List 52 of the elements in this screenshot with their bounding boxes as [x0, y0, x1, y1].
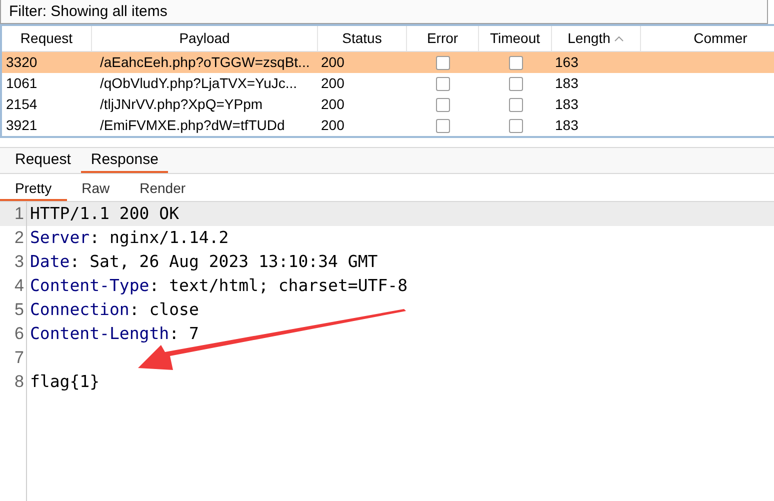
code-line: flag{1}	[29, 370, 100, 393]
code-line: Content-Type: text/html; charset=UTF-8	[29, 274, 408, 297]
code-line: Server: nginx/1.14.2	[29, 226, 229, 249]
checkbox[interactable]	[436, 76, 450, 90]
table-cell: 200	[321, 96, 344, 112]
table-cell: 183	[555, 117, 578, 133]
line-number: 7	[14, 347, 25, 370]
code-line: Connection: close	[29, 298, 199, 321]
checkbox[interactable]	[436, 98, 450, 112]
column-header[interactable]: Request	[2, 26, 92, 51]
code-line: Date: Sat, 26 Aug 2023 13:10:34 GMT	[29, 250, 378, 273]
table-cell: 163	[555, 54, 578, 70]
line-number: 2	[14, 227, 25, 250]
line-number: 5	[14, 299, 25, 322]
tab[interactable]: Raw	[66, 177, 125, 201]
column-header[interactable]: Timeout	[479, 26, 552, 51]
table-cell: 3921	[6, 117, 38, 133]
code-editor[interactable]: 1 HTTP/1.1 200 OK 2 Server: nginx/1.14.2 3 Date: Sat, 26 Aug 2023 13:10:34 GMT 4 Content-Type: text/html; charset=UTF-8 5 Connection: close 6 Content-Length: 7 7 8 flag{1}	[0, 202, 774, 501]
line-number: 4	[14, 275, 25, 298]
table-cell: /EmiFVMXE.php?dW=tfTUDd	[100, 117, 285, 133]
column-header[interactable]: Length	[552, 26, 641, 51]
table-cell: 183	[555, 75, 578, 91]
code-line: HTTP/1.1 200 OK	[29, 202, 180, 225]
checkbox[interactable]	[508, 98, 522, 112]
tab[interactable]: Request	[5, 149, 81, 173]
table-cell: 183	[555, 96, 578, 112]
column-header[interactable]: Commer	[641, 26, 774, 51]
filter-bar[interactable]: Filter: Showing all items	[0, 0, 768, 24]
table-cell: /aEahcEeh.php?oTGGW=zsqBt...	[100, 54, 310, 70]
column-header[interactable]: Payload	[92, 26, 318, 51]
table-cell: 200	[321, 54, 344, 70]
table-cell: /qObVludY.php?LjaTVX=YuJc...	[100, 75, 298, 91]
checkbox[interactable]	[508, 118, 522, 132]
line-number: 6	[14, 323, 25, 346]
table-cell: 3320	[6, 54, 38, 70]
line-number: 3	[14, 251, 25, 274]
table-cell: 200	[321, 117, 344, 133]
line-number: 8	[14, 371, 25, 394]
line-number: 1	[14, 203, 25, 226]
table-cell: 1061	[6, 75, 38, 91]
table-row[interactable]: 3320 /aEahcEeh.php?oTGGW=zsqBt... 200 163	[2, 52, 774, 73]
checkbox[interactable]	[508, 76, 522, 90]
code-line: Content-Length: 7	[29, 322, 199, 345]
column-header[interactable]: Status	[318, 26, 407, 51]
table-cell: 2154	[6, 96, 38, 112]
table-cell: 200	[321, 75, 344, 91]
checkbox[interactable]	[436, 118, 450, 132]
tab[interactable]: Render	[124, 177, 201, 201]
column-header[interactable]: Error	[407, 26, 479, 51]
table-cell: /tljJNrVV.php?XpQ=YPpm	[100, 96, 263, 112]
checkbox[interactable]	[508, 56, 522, 70]
checkbox[interactable]	[436, 56, 450, 70]
